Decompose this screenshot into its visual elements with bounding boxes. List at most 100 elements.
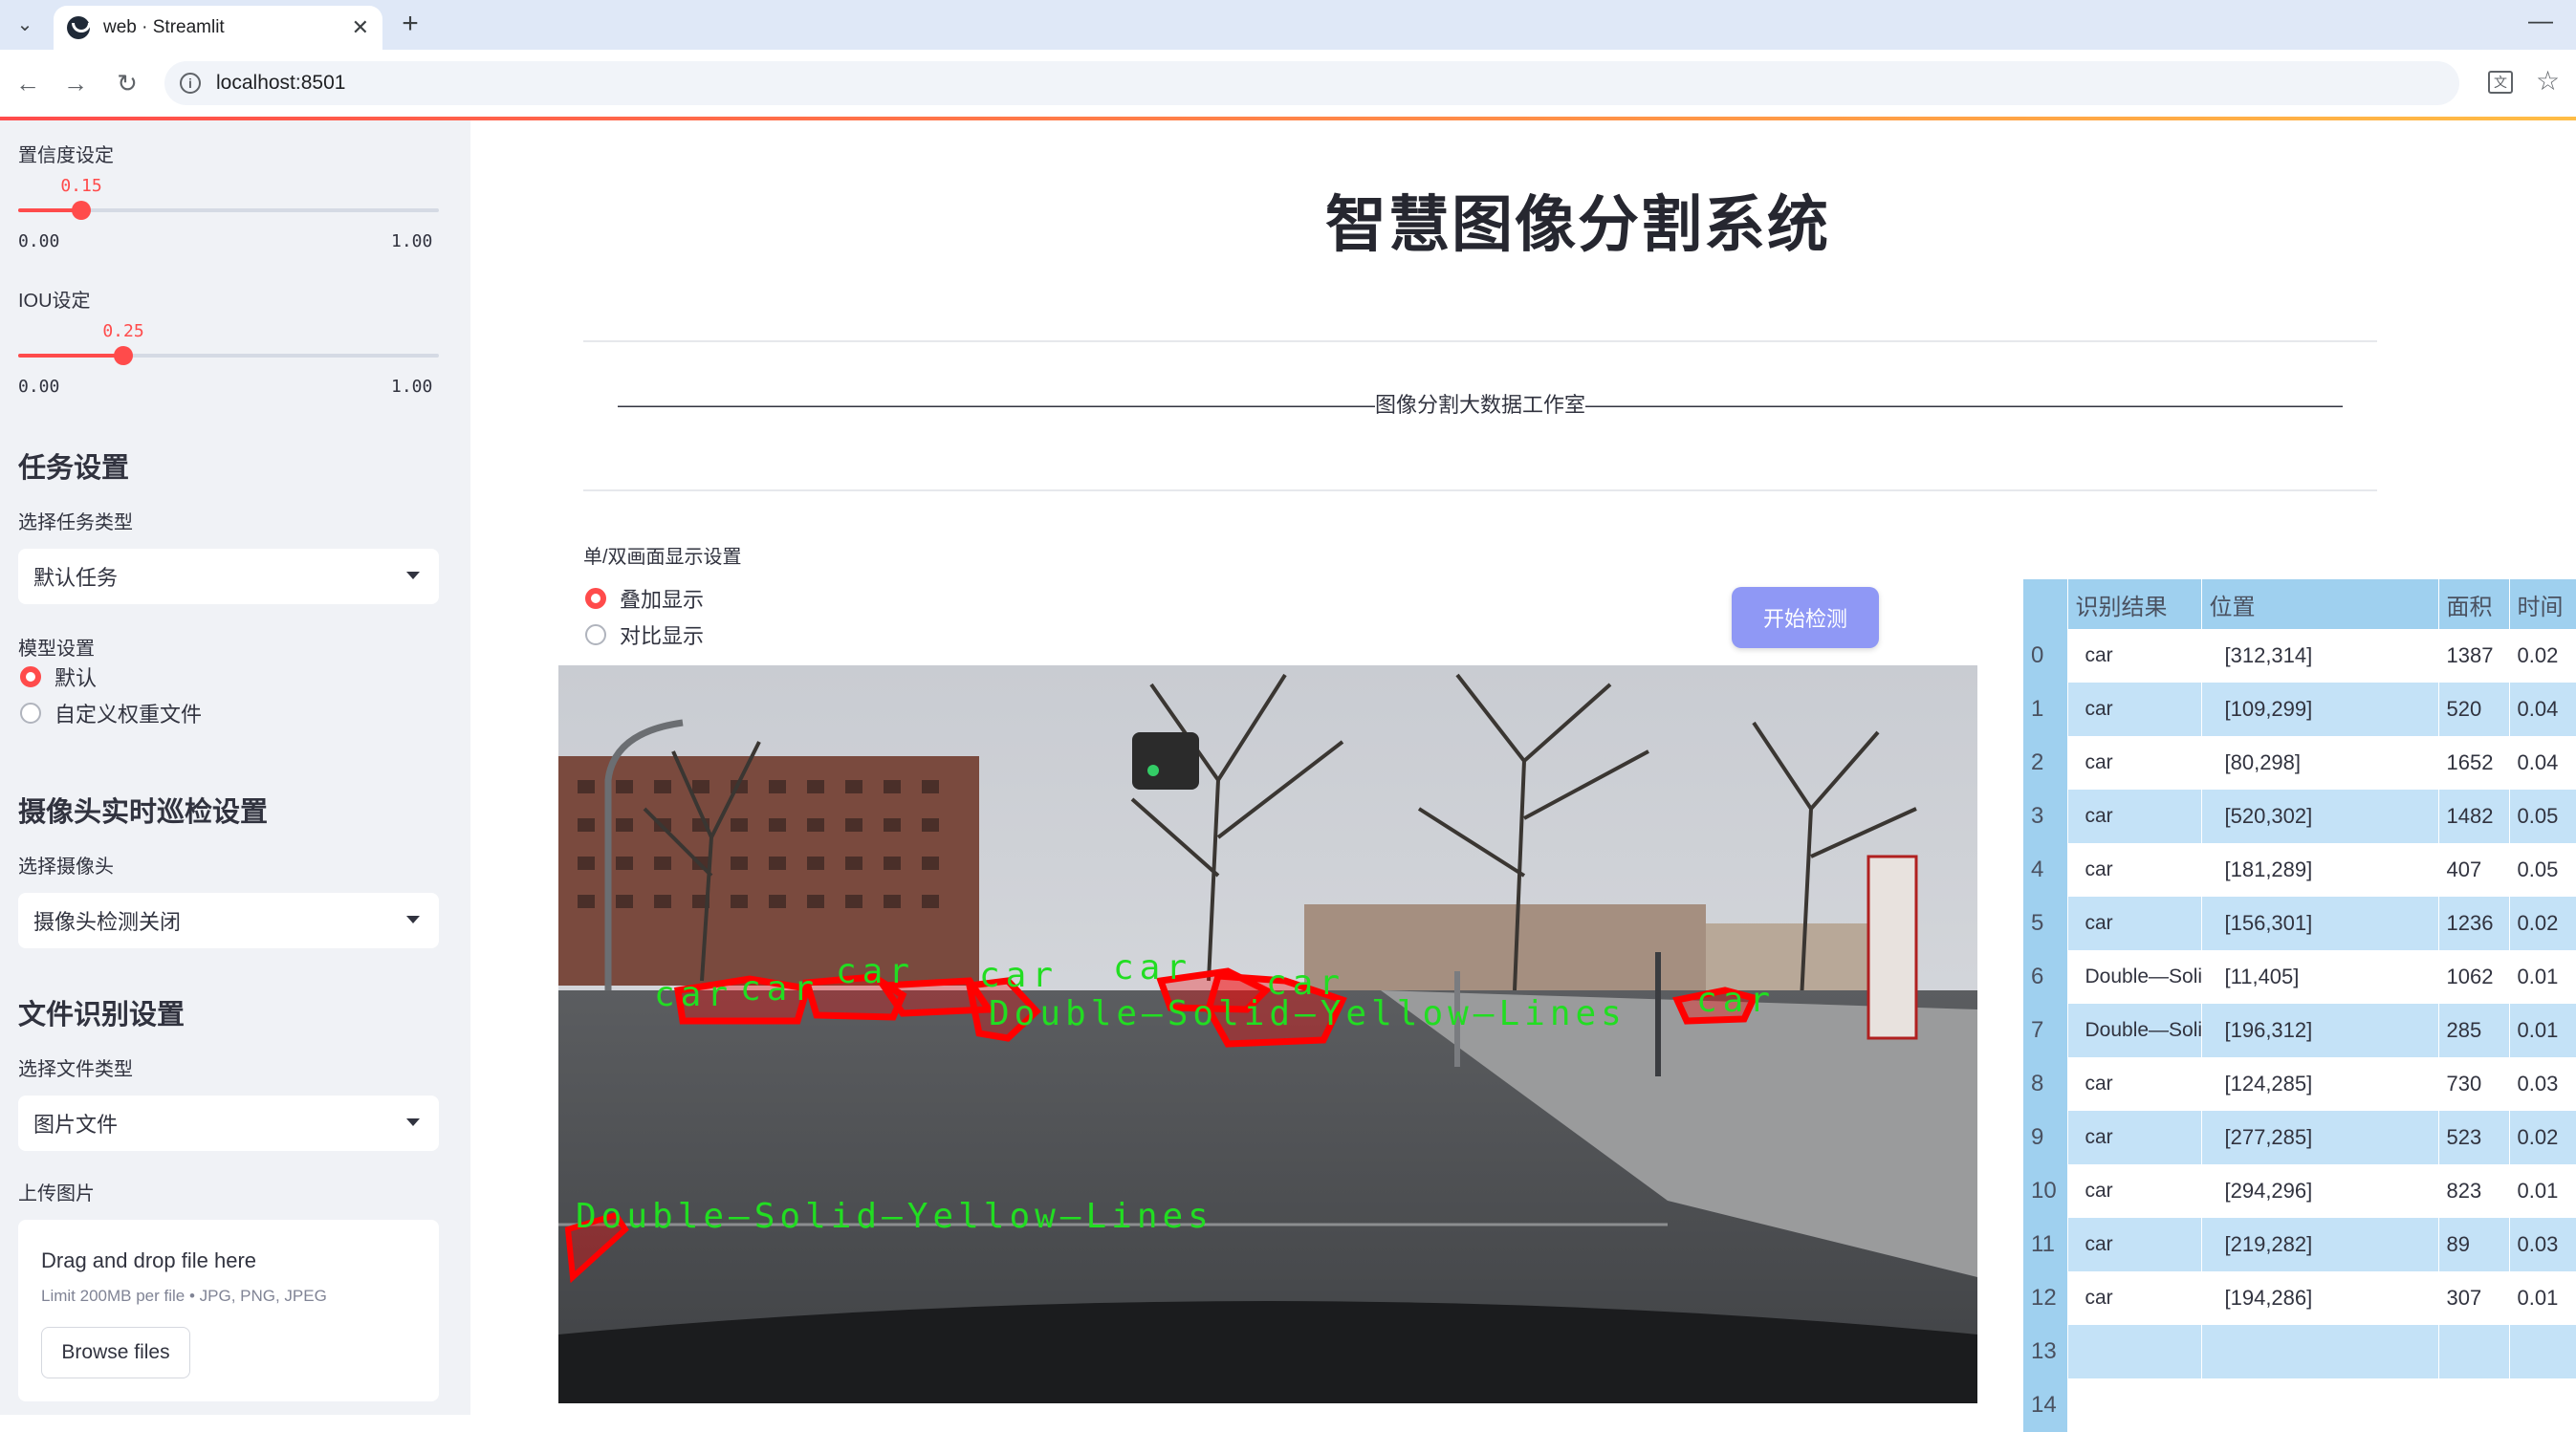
table-row[interactable]: 12 car [194,286] 307 0.01: [2023, 1271, 2576, 1325]
cell-area: 89: [2438, 1218, 2510, 1271]
cell-time: 0.03: [2509, 1218, 2576, 1271]
row-index: 1: [2023, 683, 2068, 736]
dropzone-limit: Limit 200MB per file • JPG, PNG, JPEG: [41, 1287, 327, 1305]
task-type-select[interactable]: 默认任务: [18, 549, 439, 604]
confidence-label: 置信度设定: [18, 145, 114, 166]
main-content: 智慧图像分割系统 ———————————————————————————————…: [470, 120, 2576, 1432]
confidence-min: 0.00: [18, 231, 60, 251]
start-detection-button[interactable]: 开始检测: [1732, 587, 1879, 648]
file-dropzone[interactable]: Drag and drop file here Limit 200MB per …: [18, 1220, 439, 1401]
address-bar: ← → ↻ i localhost:8501 文 ☆: [0, 50, 2576, 117]
tab-close-icon[interactable]: ✕: [352, 15, 369, 40]
camera-select[interactable]: 摄像头检测关闭: [18, 893, 439, 948]
cell-position: [294,296]: [2201, 1164, 2439, 1218]
cell-time: 0.01: [2509, 1004, 2576, 1057]
table-row[interactable]: 10 car [294,296] 823 0.01: [2023, 1164, 2576, 1218]
cell-area: 1236: [2438, 897, 2510, 950]
row-index: 8: [2023, 1057, 2068, 1111]
table-row[interactable]: 5 car [156,301] 1236 0.02: [2023, 897, 2576, 950]
task-type-value: 默认任务: [33, 566, 119, 590]
cell-time: 0.02: [2509, 629, 2576, 683]
iou-max: 1.00: [391, 377, 433, 397]
bookmark-star-icon[interactable]: ☆: [2536, 65, 2560, 97]
table-row[interactable]: 13: [2023, 1325, 2576, 1378]
detection-label: car: [740, 969, 820, 1009]
detection-label: car: [836, 952, 916, 991]
table-row[interactable]: 11 car [219,282] 89 0.03: [2023, 1218, 2576, 1271]
cell-result: car: [2067, 1271, 2202, 1325]
cell-position: [312,314]: [2201, 629, 2439, 683]
browse-files-button[interactable]: Browse files: [41, 1327, 190, 1378]
cell-time: 0.05: [2509, 790, 2576, 843]
cell-position: [277,285]: [2201, 1111, 2439, 1164]
file-type-select[interactable]: 图片文件: [18, 1096, 439, 1151]
radio-unselected-icon: [585, 624, 606, 645]
chevron-down-icon: [406, 916, 420, 923]
model-option-default[interactable]: 默认: [20, 662, 97, 692]
distant-buildings: [1304, 904, 1706, 990]
confidence-slider[interactable]: [18, 201, 439, 220]
url-text: localhost:8501: [216, 72, 346, 94]
table-row[interactable]: 2 car [80,298] 1652 0.04: [2023, 736, 2576, 790]
table-row[interactable]: 7Double—Solid—Yellow—Lines[196,312]2850.…: [2023, 1004, 2576, 1057]
table-header-position[interactable]: 位置: [2201, 579, 2439, 629]
table-row[interactable]: 4 car [181,289] 407 0.05: [2023, 843, 2576, 897]
camera-label: 选择摄像头: [18, 857, 114, 878]
cell-result: Double—Solid—Yellow—Lines: [2067, 950, 2202, 1004]
cell-time: 0.03: [2509, 1057, 2576, 1111]
page-title: 智慧图像分割系统: [1325, 190, 1830, 259]
forward-arrow-icon[interactable]: →: [59, 67, 92, 99]
cell-area: 1062: [2438, 950, 2510, 1004]
table-header-result[interactable]: 识别结果: [2067, 579, 2202, 629]
chevron-down-icon: [406, 1118, 420, 1126]
detection-label: Double—Solid—Yellow—Lines: [989, 994, 1626, 1033]
iou-slider-thumb[interactable]: [114, 346, 133, 365]
cell-time: 0.01: [2509, 1271, 2576, 1325]
row-index: 12: [2023, 1271, 2068, 1325]
tab-title: web · Streamlit: [103, 17, 225, 37]
cell-area: 307: [2438, 1271, 2510, 1325]
table-row[interactable]: 1 car [109,299] 520 0.04: [2023, 683, 2576, 736]
camera-value: 摄像头检测关闭: [33, 910, 182, 934]
detection-label: Double—Solid—Yellow—Lines: [576, 1197, 1213, 1236]
new-tab-plus-icon[interactable]: +: [394, 8, 426, 40]
browser-tab[interactable]: web · Streamlit ✕: [54, 6, 382, 50]
cell-result: car: [2067, 1164, 2202, 1218]
detection-label: car: [1113, 948, 1193, 987]
table-header-area[interactable]: 面积: [2438, 579, 2510, 629]
table-row[interactable]: 9 car [277,285] 523 0.02: [2023, 1111, 2576, 1164]
dropzone-title: Drag and drop file here: [41, 1248, 257, 1272]
iou-label: IOU设定: [18, 291, 91, 312]
parking-sign: [1867, 855, 1918, 1040]
reload-icon[interactable]: ↻: [111, 67, 143, 99]
cell-result: car: [2067, 1057, 2202, 1111]
back-arrow-icon[interactable]: ←: [11, 67, 44, 99]
translate-icon[interactable]: 文: [2488, 71, 2513, 94]
upload-label: 上传图片: [18, 1183, 95, 1204]
row-index: 0: [2023, 629, 2068, 683]
cell-area: [2438, 1378, 2510, 1432]
table-row[interactable]: 0 car [312,314] 1387 0.02: [2023, 629, 2576, 683]
task-heading: 任务设置: [18, 453, 130, 484]
display-option-label: 对比显示: [620, 624, 705, 648]
detection-label: car: [979, 956, 1059, 995]
table-row[interactable]: 14: [2023, 1378, 2576, 1432]
model-option-custom[interactable]: 自定义权重文件: [20, 698, 202, 728]
table-body: 0 car [312,314] 1387 0.02 1 car [109,299] 520 0.0…: [2023, 629, 2576, 1432]
iou-slider[interactable]: [18, 346, 439, 365]
cell-position: [11,405]: [2201, 950, 2439, 1004]
confidence-slider-thumb[interactable]: [72, 201, 91, 220]
row-index: 13: [2023, 1325, 2068, 1378]
tab-search-chevron-icon[interactable]: ⌄: [10, 8, 40, 40]
table-header-time[interactable]: 时间: [2509, 579, 2576, 629]
cell-result: [2067, 1325, 2202, 1378]
table-row[interactable]: 3 car [520,302] 1482 0.05: [2023, 790, 2576, 843]
site-info-icon[interactable]: i: [180, 73, 201, 94]
table-row[interactable]: 8 car [124,285] 730 0.03: [2023, 1057, 2576, 1111]
display-option-compare[interactable]: 对比显示: [585, 619, 704, 650]
table-row[interactable]: 6Double—Solid—Yellow—Lines[11,405]10620.…: [2023, 950, 2576, 1004]
row-index: 10: [2023, 1164, 2068, 1218]
url-field[interactable]: i localhost:8501: [164, 61, 2459, 105]
display-option-overlay[interactable]: 叠加显示: [585, 583, 704, 614]
window-minimize-icon[interactable]: —: [2528, 6, 2553, 35]
